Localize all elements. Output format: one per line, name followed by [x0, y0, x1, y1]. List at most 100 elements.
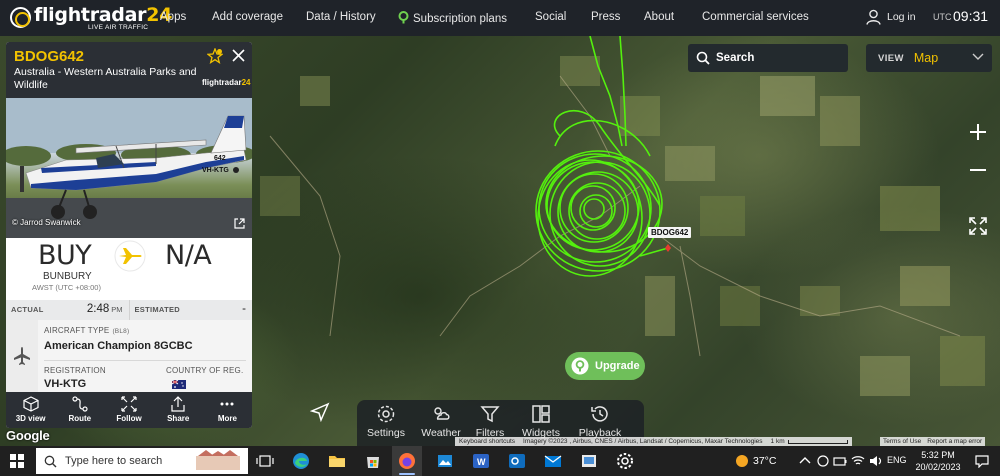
history-clock-icon: [591, 406, 608, 422]
nav-subscription-plans[interactable]: Subscription plans: [398, 11, 507, 25]
weather-temperature[interactable]: 37°C: [753, 455, 776, 467]
fullscreen-button[interactable]: [964, 212, 992, 240]
origin-city: BUNBURY: [43, 271, 92, 282]
taskbar-clock[interactable]: 5:32 PM 20/02/2023: [912, 449, 964, 473]
nav-social[interactable]: Social: [535, 11, 566, 23]
flight-times: ACTUAL 2:48 PM ESTIMATED -: [6, 300, 252, 320]
nav-add-coverage[interactable]: Add coverage: [212, 11, 283, 23]
word-app-icon[interactable]: W: [472, 452, 490, 470]
svg-text:VH-KTG: VH-KTG: [202, 167, 229, 174]
edge-browser-icon[interactable]: [292, 452, 310, 470]
nav-apps[interactable]: Apps: [160, 11, 186, 23]
gear-icon: [377, 405, 395, 423]
panel-action-bar: 3D view Route Follow Share More: [6, 392, 252, 428]
estimated-time: -: [242, 303, 246, 315]
route-button[interactable]: Route: [55, 392, 104, 428]
radar-logo-icon: [10, 7, 31, 28]
view-value: Map: [913, 51, 939, 65]
file-explorer-icon[interactable]: [328, 452, 346, 470]
map-attribution: Keyboard shortcuts Imagery ©2023 , Airbu…: [455, 437, 852, 446]
zoom-in-button[interactable]: [964, 118, 992, 146]
aircraft-operator: Australia - Western Australia Parks and …: [14, 66, 197, 91]
system-tray: 37°C: [736, 446, 776, 476]
notification-center-icon[interactable]: [975, 454, 989, 468]
aircraft-type: American Champion 8GCBC: [44, 340, 193, 352]
country-of-reg-label: COUNTRY OF REG.: [166, 366, 244, 375]
zoom-out-button[interactable]: [964, 156, 992, 184]
weather-sun-icon[interactable]: [736, 455, 748, 467]
close-icon[interactable]: [232, 49, 245, 62]
aircraft-photo[interactable]: VH-KTG 642 © Jarrod Swanwick: [6, 98, 252, 238]
search-icon: [44, 455, 57, 467]
registration-value[interactable]: VH-KTG: [44, 378, 86, 390]
volume-icon[interactable]: [869, 454, 883, 468]
more-button[interactable]: More: [203, 392, 252, 428]
aircraft-details: AIRCRAFT TYPE (BL8) American Champion 8GC…: [6, 320, 252, 392]
photo-credit: © Jarrod Swanwick: [12, 218, 81, 227]
australia-flag-icon: [172, 380, 186, 389]
minus-icon: [970, 169, 986, 171]
wifi-icon[interactable]: [851, 454, 865, 468]
fullscreen-icon: [969, 217, 987, 235]
actual-time: 2:48 PM: [86, 303, 123, 315]
microsoft-store-icon[interactable]: [364, 452, 382, 470]
panel-header: BDOG642 Australia - Western Australia Pa…: [6, 42, 252, 98]
meet-now-icon[interactable]: [816, 454, 830, 468]
settings-button[interactable]: Settings: [357, 400, 415, 446]
settings-gear-icon[interactable]: [616, 452, 634, 470]
report-map-error-link[interactable]: Report a map error: [924, 438, 985, 445]
task-view-icon[interactable]: [256, 452, 274, 470]
aircraft-photo-image: VH-KTG 642: [6, 98, 252, 238]
my-location-button[interactable]: [309, 402, 330, 427]
terms-of-use-link[interactable]: Terms of Use: [880, 438, 924, 445]
nav-about[interactable]: About: [644, 11, 674, 23]
outlook-app-icon[interactable]: [508, 452, 526, 470]
input-language[interactable]: ENG: [887, 455, 907, 465]
windows-start-button[interactable]: [10, 454, 24, 468]
registration-label: REGISTRATION: [44, 366, 106, 375]
svg-text:W: W: [477, 457, 486, 467]
taskbar-search-box[interactable]: Type here to search: [36, 448, 248, 474]
share-icon: [171, 396, 185, 412]
screen-snip-icon[interactable]: [580, 452, 598, 470]
follow-arrows-icon: [121, 396, 137, 412]
utc-label: UTC: [933, 12, 952, 22]
origin-airport-code[interactable]: BUY: [38, 240, 92, 271]
brand-tagline: LIVE AIR TRAFFIC: [88, 24, 149, 31]
battery-icon[interactable]: [833, 454, 847, 468]
brand-name: flightradar24: [34, 4, 173, 26]
upgrade-button[interactable]: Upgrade: [565, 352, 645, 380]
share-button[interactable]: Share: [154, 392, 203, 428]
svg-text:642: 642: [214, 155, 226, 162]
more-dots-icon: [220, 402, 234, 406]
aircraft-callsign-label[interactable]: BDOG642: [648, 227, 692, 238]
external-link-icon[interactable]: [234, 218, 245, 229]
chevron-up-icon[interactable]: [798, 454, 812, 468]
actual-label: ACTUAL: [11, 305, 44, 314]
nav-commercial-services[interactable]: Commercial services: [702, 11, 809, 23]
map-links: Terms of Use Report a map error: [880, 437, 986, 446]
view-label: VIEW: [878, 52, 904, 64]
nav-press[interactable]: Press: [591, 11, 620, 23]
windows-taskbar: Type here to search W 37°C ENG 5:32 PM 2…: [0, 446, 1000, 476]
airplane-icon: [114, 240, 146, 272]
photos-app-icon[interactable]: [436, 452, 454, 470]
subscription-pin-icon: [398, 11, 409, 24]
3d-view-button[interactable]: 3D view: [6, 392, 55, 428]
flightradar24-mini-logo: flightradar24: [202, 78, 251, 87]
flight-info-panel: BDOG642 Australia - Western Australia Pa…: [6, 42, 252, 428]
keyboard-shortcuts-link[interactable]: Keyboard shortcuts: [455, 438, 519, 445]
login-button[interactable]: Log in: [866, 9, 916, 25]
screen: flightradar24 LIVE AIR TRAFFIC Apps Add …: [0, 0, 1000, 476]
firefox-browser-icon[interactable]: [398, 452, 416, 470]
search-box[interactable]: Search: [688, 44, 848, 72]
flightradar24-logo[interactable]: flightradar24 LIVE AIR TRAFFIC: [10, 3, 172, 33]
follow-button[interactable]: Follow: [104, 392, 153, 428]
mail-app-icon[interactable]: [544, 452, 562, 470]
star-icon[interactable]: [207, 48, 223, 64]
search-icon: [696, 51, 710, 65]
nav-data-history[interactable]: Data / History: [306, 11, 376, 23]
location-arrow-icon: [309, 402, 330, 423]
route-icon: [72, 396, 88, 412]
view-selector[interactable]: VIEW Map: [866, 44, 992, 72]
